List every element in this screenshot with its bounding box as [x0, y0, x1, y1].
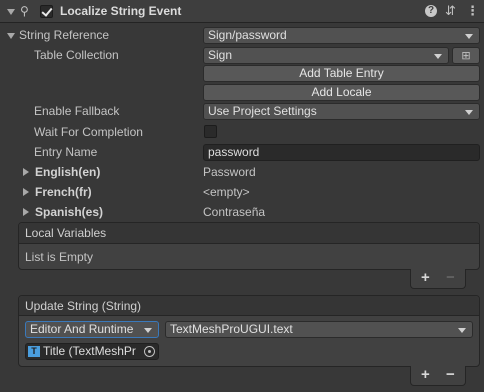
string-reference-value: Sign/password — [208, 28, 287, 42]
collapse-triangle-icon[interactable] — [7, 9, 15, 15]
chevron-down-icon — [144, 328, 152, 333]
locale-value-english: Password — [203, 165, 256, 179]
function-dropdown[interactable]: TextMeshProUGUI.text — [165, 321, 473, 338]
entry-name-input[interactable]: password — [203, 144, 480, 161]
chevron-down-icon — [465, 34, 473, 39]
chevron-down-icon — [465, 110, 473, 115]
english-foldout-icon[interactable] — [23, 168, 29, 176]
chevron-down-icon — [434, 54, 442, 59]
component-enabled-checkbox[interactable] — [40, 5, 53, 18]
object-picker-icon[interactable] — [144, 346, 155, 357]
local-variables-list: Local Variables List is Empty — [18, 222, 480, 270]
function-value: TextMeshProUGUI.text — [170, 322, 293, 336]
target-object-value: Title (TextMeshPr — [43, 344, 136, 358]
component-title: Localize String Event — [60, 4, 182, 18]
preset-icon[interactable]: ⇵ — [445, 4, 456, 17]
more-menu-icon[interactable]: ⋮ — [466, 4, 479, 17]
enable-fallback-value: Use Project Settings — [208, 104, 317, 118]
remove-icon[interactable]: − — [446, 367, 455, 382]
locale-value-spanish: Contraseña — [203, 205, 266, 219]
table-editor-icon: ⊞ — [461, 50, 471, 62]
target-object-field[interactable]: T Title (TextMeshPr — [25, 343, 159, 360]
add-icon[interactable]: + — [421, 367, 430, 382]
chevron-down-icon — [458, 328, 466, 333]
update-string-header: Update String (String) — [19, 296, 479, 316]
script-icon: ⚲ — [20, 4, 29, 18]
table-collection-dropdown[interactable]: Sign — [203, 47, 449, 64]
add-locale-button[interactable]: Add Locale — [203, 84, 480, 101]
add-table-entry-button[interactable]: Add Table Entry — [203, 65, 480, 82]
enable-fallback-label: Enable Fallback — [34, 104, 120, 118]
string-reference-label: String Reference — [19, 28, 110, 42]
locale-label-spanish: Spanish(es) — [35, 205, 104, 219]
local-variables-header: Local Variables — [19, 223, 479, 244]
table-collection-value: Sign — [208, 48, 233, 62]
locale-label-english: English(en) — [35, 165, 101, 179]
table-collection-label: Table Collection — [34, 48, 119, 62]
component-header: ⚲ Localize String Event ? ⇵ ⋮ — [0, 0, 484, 23]
enable-fallback-dropdown[interactable]: Use Project Settings — [203, 103, 480, 120]
locale-value-french: <empty> — [203, 185, 250, 199]
update-string-footer: + − — [410, 366, 466, 386]
spanish-foldout-icon[interactable] — [23, 208, 29, 216]
runtime-mode-value: Editor And Runtime — [30, 322, 134, 336]
textmeshpro-icon: T — [28, 346, 40, 357]
string-reference-foldout-icon[interactable] — [7, 33, 15, 39]
open-table-editor-button[interactable]: ⊞ — [452, 47, 480, 64]
locale-label-french: French(fr) — [35, 185, 92, 199]
entry-name-label: Entry Name — [34, 145, 98, 159]
help-icon[interactable]: ? — [425, 5, 437, 17]
local-variables-footer: + − — [410, 269, 466, 289]
list-empty-text: List is Empty — [25, 250, 94, 264]
add-icon[interactable]: + — [421, 270, 430, 285]
wait-for-completion-checkbox[interactable] — [204, 125, 217, 138]
wait-for-completion-label: Wait For Completion — [34, 125, 143, 139]
string-reference-dropdown[interactable]: Sign/password — [203, 27, 480, 44]
remove-icon[interactable]: − — [446, 270, 455, 285]
french-foldout-icon[interactable] — [23, 188, 29, 196]
runtime-mode-dropdown[interactable]: Editor And Runtime — [25, 321, 159, 338]
